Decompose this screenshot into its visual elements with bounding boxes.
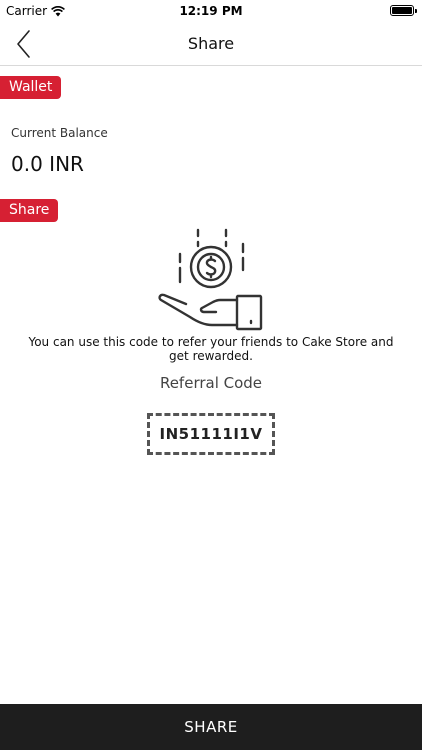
current-balance-value: 0.0 INR (11, 152, 84, 176)
battery-icon (390, 5, 417, 16)
referral-info-text: You can use this code to refer your frie… (28, 335, 394, 363)
status-time: 12:19 PM (179, 4, 243, 18)
nav-bar: Share (0, 22, 422, 66)
referral-code-value: IN51111I1V (159, 425, 263, 443)
current-balance-label: Current Balance (11, 126, 108, 140)
battery-level (392, 7, 412, 14)
hand-coin-icon (158, 228, 263, 331)
page-title: Share (187, 34, 235, 53)
share-section-tag: Share (0, 199, 59, 222)
referral-code-box[interactable]: IN51111I1V (147, 413, 275, 455)
status-bar: Carrier 12:19 PM (0, 0, 422, 22)
referral-code-title: Referral Code (159, 374, 263, 392)
wallet-section-tag: Wallet (0, 76, 62, 99)
share-button[interactable]: SHARE (0, 704, 422, 750)
